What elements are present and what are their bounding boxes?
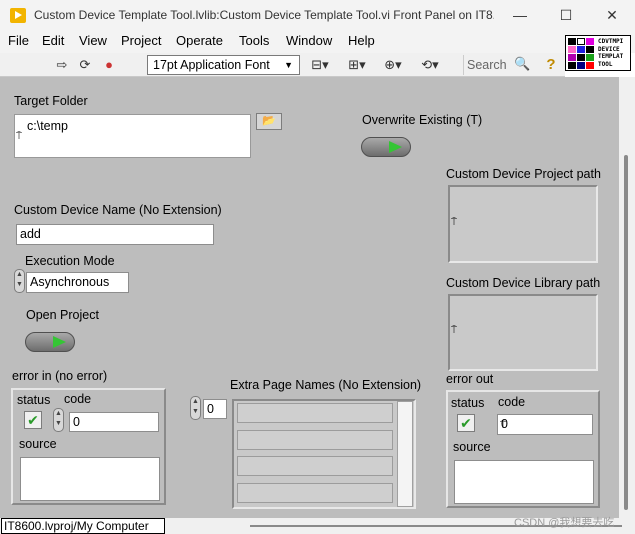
array-element[interactable]: [237, 403, 393, 423]
close-button[interactable]: ✕: [589, 0, 635, 31]
device-name-input[interactable]: add: [16, 224, 214, 245]
path-indicator-icon: ⍑: [451, 325, 457, 336]
extra-pages-label: Extra Page Names (No Extension): [230, 378, 422, 392]
array-element[interactable]: [237, 456, 393, 476]
error-in-code-input[interactable]: 0: [69, 412, 159, 432]
error-in-source-label: source: [19, 437, 57, 451]
abort-icon[interactable]: ●: [99, 55, 119, 75]
maximize-button[interactable]: ☐: [543, 0, 589, 31]
vi-icon: CDVTMPI DEVICE TEMPLAT TOOL: [565, 35, 631, 71]
error-out-code-label: code: [498, 395, 526, 409]
led-on-icon: [389, 141, 402, 153]
error-out-source-label: source: [453, 440, 491, 454]
reorder-icon[interactable]: ⟲▾: [416, 55, 444, 75]
array-index-stepper[interactable]: ▲ ▼: [190, 396, 201, 420]
overwrite-existing-toggle[interactable]: [361, 137, 411, 157]
array-element[interactable]: [237, 483, 393, 503]
vertical-scrollbar-thumb[interactable]: [624, 155, 628, 510]
toolbar: ⇨ ⟳ ● 17pt Application Font ▼ ⊟▾ ⊞▾ ⊕▾ ⟲…: [0, 53, 565, 77]
execution-mode-stepper[interactable]: ▲ ▼: [14, 269, 25, 293]
target-folder-input[interactable]: c:\temp: [14, 114, 251, 158]
error-out-status-label: status: [451, 396, 485, 410]
window-title: Custom Device Template Tool.lvlib:Custom…: [34, 8, 494, 22]
error-out-source-indicator: [454, 460, 594, 504]
error-out-status-indicator: ✔: [457, 414, 475, 432]
menu-view[interactable]: View: [79, 33, 107, 48]
device-name-label: Custom Device Name (No Extension): [14, 203, 222, 217]
watermark: CSDN @我想要去吃: [514, 517, 615, 529]
open-project-label: Open Project: [26, 308, 99, 322]
error-in-status-label: status: [17, 393, 51, 407]
target-folder-value: c:\temp: [27, 119, 68, 133]
run-arrow-icon[interactable]: ⇨: [52, 55, 72, 75]
error-in-code-stepper[interactable]: ▲ ▼: [53, 408, 64, 432]
path-indicator-icon: ⍑: [16, 131, 22, 142]
menu-edit[interactable]: Edit: [42, 33, 64, 48]
menu-help[interactable]: Help: [348, 33, 375, 48]
font-select-value: 17pt Application Font: [153, 58, 270, 72]
run-continuously-icon[interactable]: ⟳: [75, 55, 95, 75]
minimize-button[interactable]: —: [497, 0, 543, 31]
library-path-label: Custom Device Library path: [446, 276, 601, 290]
project-path-indicator: [448, 185, 598, 263]
font-select[interactable]: 17pt Application Font ▼: [147, 55, 300, 75]
menu-project[interactable]: Project: [121, 33, 161, 48]
align-objects-icon[interactable]: ⊟▾: [306, 55, 334, 75]
execution-mode-label: Execution Mode: [25, 254, 115, 268]
numeric-indicator-icon: ⍑: [500, 420, 506, 431]
overwrite-existing-label: Overwrite Existing (T): [362, 113, 483, 127]
menu-operate[interactable]: Operate: [176, 33, 223, 48]
project-path-label: Custom Device Project path: [446, 167, 601, 181]
resize-objects-icon[interactable]: ⊕▾: [379, 55, 407, 75]
context-help-icon[interactable]: ?: [542, 55, 560, 75]
menu-tools[interactable]: Tools: [239, 33, 269, 48]
error-out-label: error out: [446, 372, 494, 386]
array-index-input[interactable]: 0: [203, 399, 227, 419]
checkmark-icon: ✔: [460, 415, 472, 431]
project-context-path: IT8600.lvproj/My Computer: [1, 518, 165, 534]
checkmark-icon: ✔: [27, 412, 39, 428]
execution-mode-select[interactable]: Asynchronous: [26, 272, 129, 293]
vi-icon-text: CDVTMPI DEVICE TEMPLAT TOOL: [598, 38, 624, 68]
error-in-status-checkbox[interactable]: ✔: [24, 411, 42, 429]
error-in-label: error in (no error): [12, 369, 108, 383]
target-folder-label: Target Folder: [14, 94, 88, 108]
library-path-indicator: [448, 294, 598, 371]
vi-icon-palette: [568, 38, 594, 69]
folder-icon: 📂: [262, 115, 276, 127]
menu-window[interactable]: Window: [286, 33, 332, 48]
led-on-icon: [53, 336, 66, 348]
array-element[interactable]: [237, 430, 393, 450]
menu-file[interactable]: File: [8, 33, 29, 48]
open-project-toggle[interactable]: [25, 332, 75, 352]
search-icon[interactable]: 🔍: [514, 56, 530, 72]
distribute-objects-icon[interactable]: ⊞▾: [343, 55, 371, 75]
labview-vi-icon: [10, 8, 26, 23]
browse-folder-button[interactable]: 📂: [256, 113, 282, 130]
array-scrollbar[interactable]: [397, 401, 413, 507]
path-indicator-icon: ⍑: [451, 217, 457, 228]
error-in-source-input[interactable]: [20, 457, 160, 501]
chevron-down-icon: ▼: [284, 60, 293, 70]
error-out-code-indicator: 0: [497, 414, 593, 435]
error-in-code-label: code: [64, 392, 92, 406]
menu-bar: File Edit View Project Operate Tools Win…: [0, 31, 635, 53]
